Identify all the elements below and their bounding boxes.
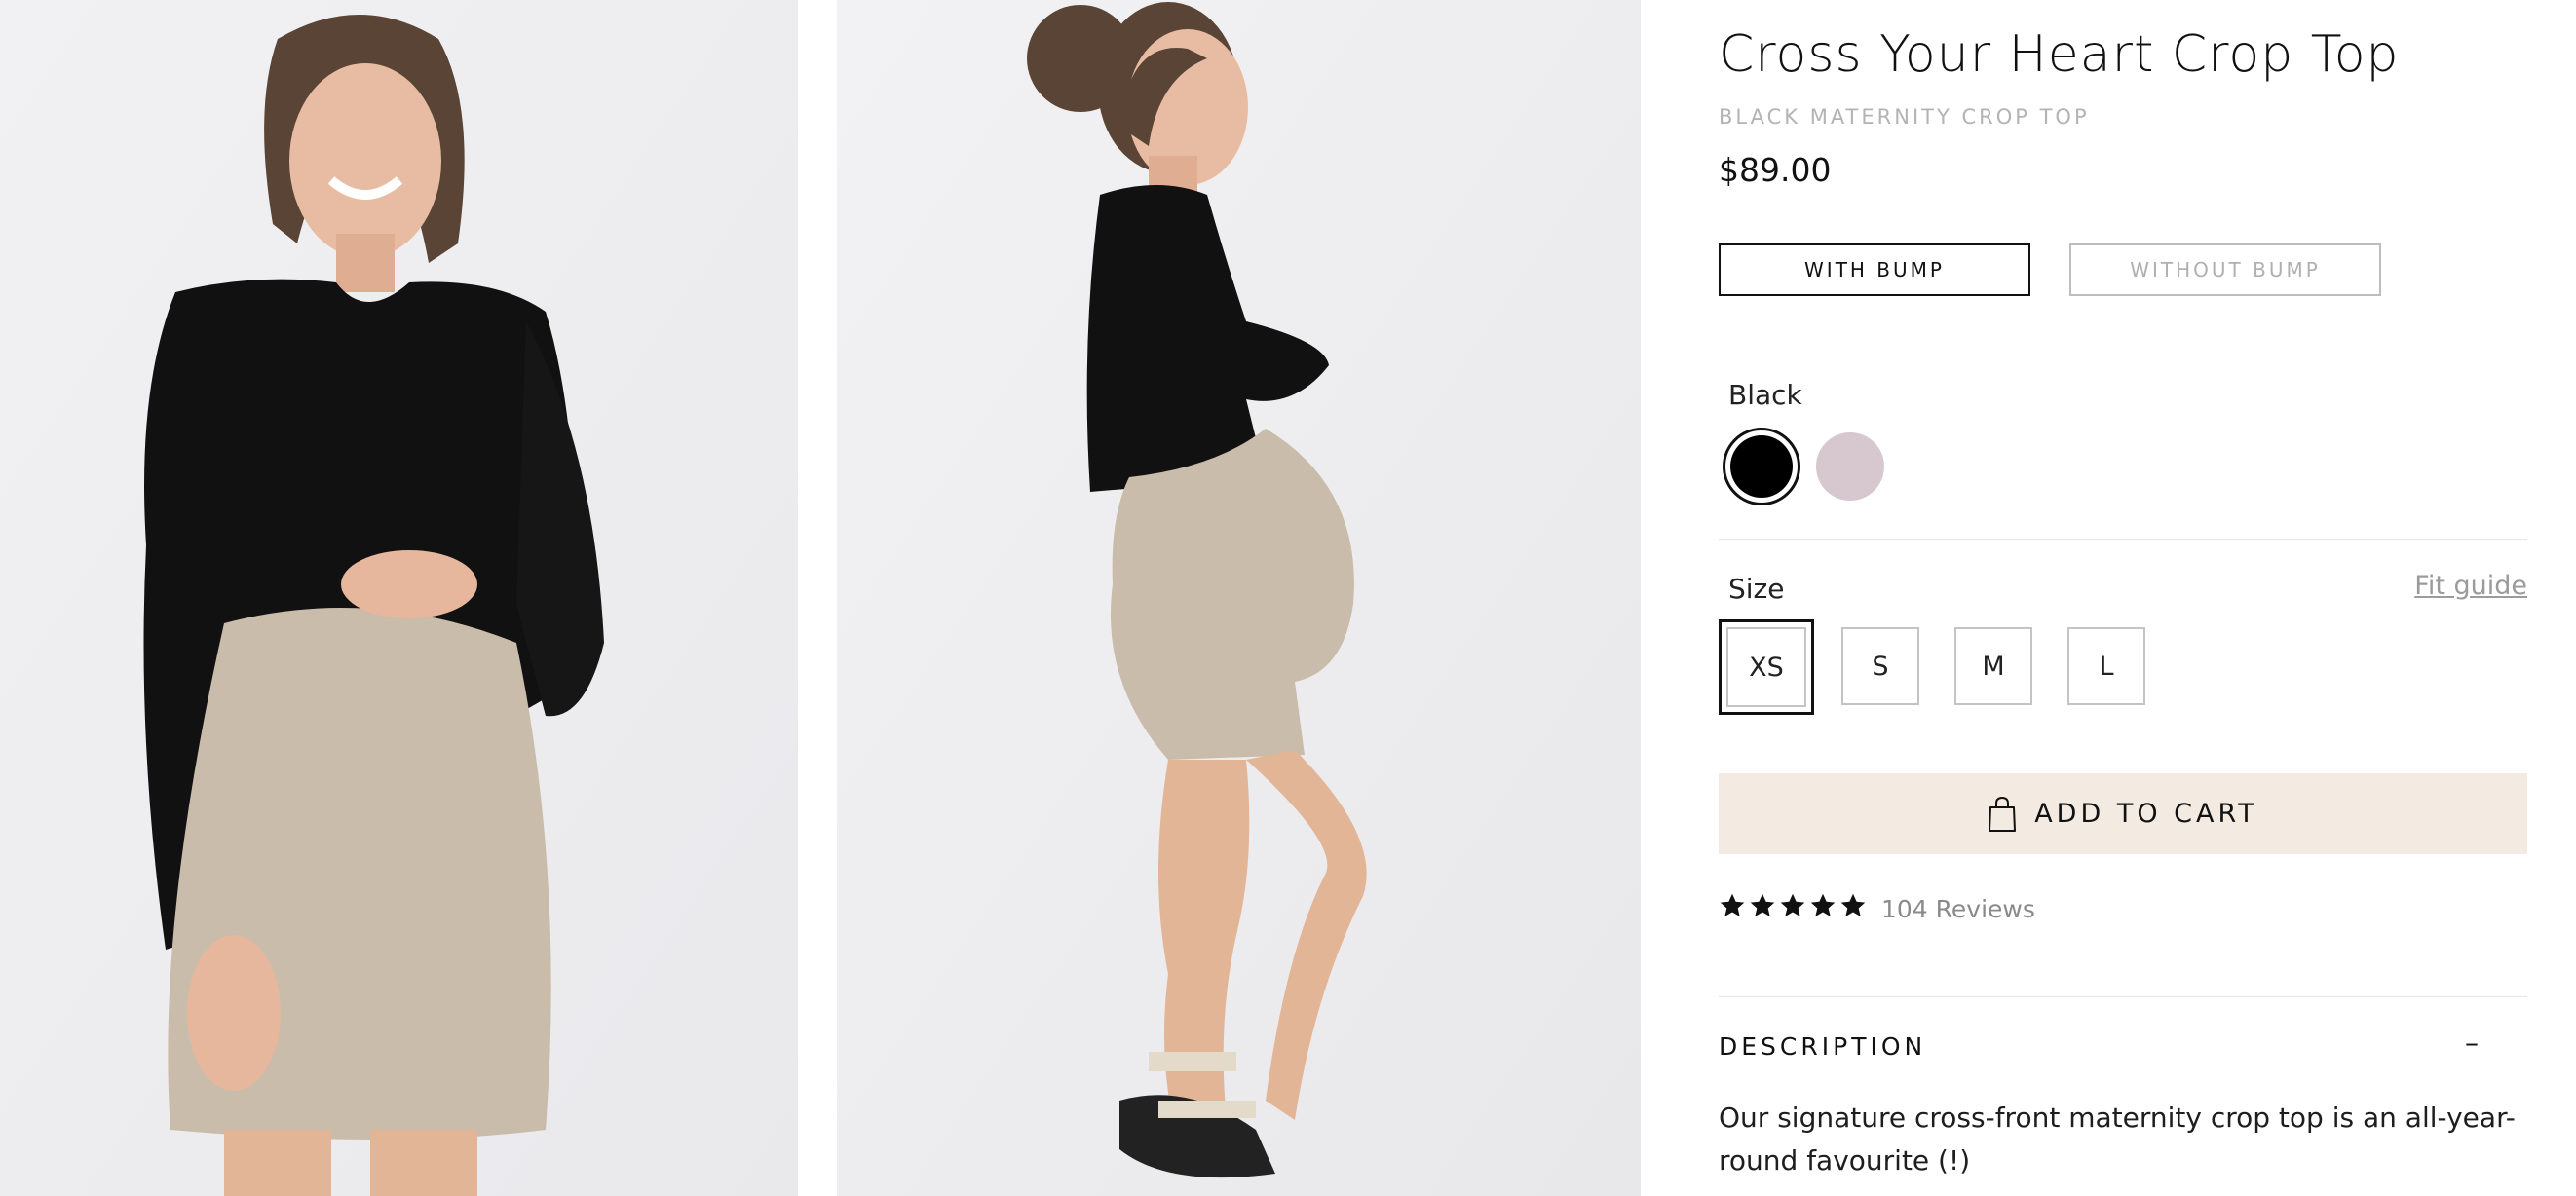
rating-stars[interactable] (1719, 892, 1867, 919)
description-heading[interactable]: DESCRIPTION (1719, 1032, 1926, 1061)
color-label: Black (1728, 379, 1802, 411)
size-option-label: XS (1726, 627, 1806, 707)
star-icon (1780, 893, 1805, 916)
star-icon (1750, 893, 1775, 916)
size-label: Size (1728, 573, 1785, 605)
product-info-panel: Cross Your Heart Crop Top BLACK MATERNIT… (1719, 0, 2527, 1196)
product-title: Cross Your Heart Crop Top (1719, 25, 2400, 84)
swatch-black[interactable] (1723, 428, 1800, 505)
product-price: $89.00 (1719, 151, 1832, 189)
swatch-fill (1730, 435, 1793, 498)
size-option-s[interactable]: S (1841, 627, 1919, 705)
description-text: Our signature cross-front maternity crop… (1719, 1102, 2516, 1177)
model-side-illustration (837, 0, 1641, 1196)
product-photo-side[interactable] (837, 0, 1641, 1196)
reviews-link[interactable]: 104 Reviews (1881, 895, 2035, 923)
add-to-cart-button[interactable]: ADD TO CART (1719, 773, 2527, 854)
star-icon (1840, 893, 1866, 916)
size-option-l[interactable]: L (2067, 627, 2145, 705)
product-subtitle: BLACK MATERNITY CROP TOP (1719, 105, 2090, 129)
description-collapse-toggle[interactable]: – (2465, 1027, 2479, 1059)
size-option-xs[interactable]: XS (1719, 619, 1814, 715)
divider (1719, 996, 2527, 997)
without-bump-button[interactable]: WITHOUT BUMP (2069, 243, 2381, 296)
fit-guide-link[interactable]: Fit guide (2414, 571, 2527, 601)
star-icon (1720, 893, 1745, 916)
with-bump-button[interactable]: WITH BUMP (1719, 243, 2030, 296)
add-to-cart-label: ADD TO CART (2034, 799, 2258, 829)
star-icon (1810, 893, 1836, 916)
model-front-illustration (0, 0, 798, 1196)
size-option-m[interactable]: M (1954, 627, 2032, 705)
swatch-blush[interactable] (1816, 432, 1884, 501)
product-photo-front[interactable] (0, 0, 798, 1196)
shopping-bag-icon (1989, 796, 2017, 832)
divider (1719, 539, 2527, 540)
